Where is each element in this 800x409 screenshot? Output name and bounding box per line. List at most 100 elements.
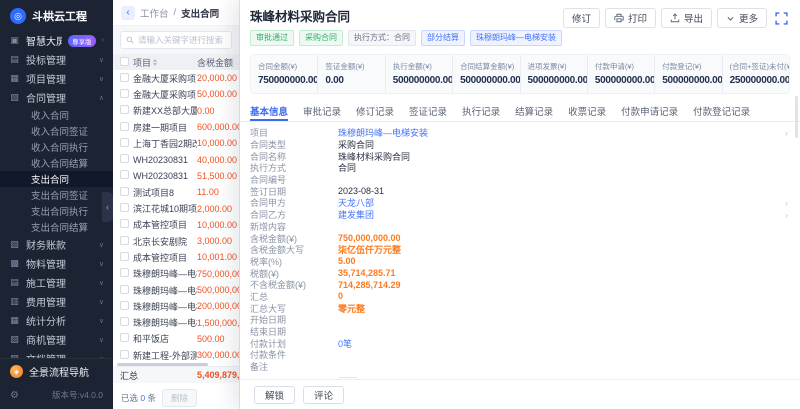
row-checkbox[interactable]	[120, 317, 129, 326]
sidebar-group-item[interactable]: ▦项目管理∨	[0, 69, 113, 88]
tab-1[interactable]: 审批记录	[303, 102, 341, 121]
row-checkbox[interactable]	[120, 301, 129, 310]
table-row[interactable]: 测试项目811.00	[113, 184, 239, 200]
search-input[interactable]	[138, 35, 226, 45]
row-checkbox[interactable]	[120, 89, 129, 98]
expense-icon: ▥	[9, 296, 20, 307]
delete-button[interactable]: 删除	[162, 389, 197, 407]
tab-7[interactable]: 付款申请记录	[621, 102, 678, 121]
row-project-name: WH20230831	[133, 171, 197, 181]
sidebar-item-smart-screen[interactable]: ▣ 智慧大屏 尊享版 ›	[0, 31, 113, 50]
unlock-button[interactable]: 解锁	[254, 386, 295, 404]
search-bar	[113, 26, 239, 54]
sidebar-group-item[interactable]: ▧商机管理∨	[0, 330, 113, 349]
row-checkbox[interactable]	[120, 333, 129, 342]
tab-6[interactable]: 收票记录	[568, 102, 606, 121]
field-value: 2023-08-31	[338, 186, 384, 196]
table-row[interactable]: 珠穆朗玛峰—电梯...200,000,000.00	[113, 298, 239, 314]
table-row[interactable]: 房建一期项目600,000.00	[113, 119, 239, 135]
table-row[interactable]: 金融大厦采购项目50,000.00	[113, 86, 239, 102]
breadcrumb-section[interactable]: 工作台	[140, 6, 169, 20]
column-amount[interactable]: 含税金额	[197, 56, 239, 69]
table-row[interactable]: 珠穆朗玛峰—电梯...750,000,000.00	[113, 266, 239, 282]
chevron-down-icon: ∨	[99, 56, 104, 64]
table-row[interactable]: 和平饭店500.00	[113, 331, 239, 347]
export-button[interactable]: 导出	[661, 8, 712, 28]
sidebar-item-contract-group[interactable]: ▧ 合同管理 ∧	[0, 88, 113, 107]
row-checkbox[interactable]	[120, 170, 129, 179]
sidebar-subitem[interactable]: 收入合同结算	[0, 155, 113, 171]
table-row[interactable]: 成本管控项目10,000.00	[113, 217, 239, 233]
tab-2[interactable]: 修订记录	[356, 102, 394, 121]
breadcrumb-current: 支出合同	[181, 6, 219, 20]
row-checkbox[interactable]	[120, 73, 129, 82]
row-checkbox[interactable]	[120, 285, 129, 294]
sidebar-group-item[interactable]: ▥费用管理∨	[0, 292, 113, 311]
fullscreen-icon[interactable]	[772, 9, 790, 27]
row-checkbox[interactable]	[120, 252, 129, 261]
table-row[interactable]: 成本管控项目10,001.00	[113, 249, 239, 265]
vertical-scrollbar[interactable]	[795, 96, 798, 138]
row-checkbox[interactable]	[120, 219, 129, 228]
revise-label: 修订	[572, 11, 591, 25]
revise-button[interactable]: 修订	[563, 8, 600, 28]
tab-3[interactable]: 签证记录	[409, 102, 447, 121]
sidebar-subitem[interactable]: 收入合同	[0, 107, 113, 123]
sidebar-subitem[interactable]: 支出合同签证	[0, 187, 113, 203]
selected-unit: 条	[148, 393, 157, 403]
field-value[interactable]: 0笔	[338, 337, 352, 350]
stat-value: 0.00	[325, 75, 377, 86]
chevron-right-icon[interactable]: ›	[785, 210, 788, 220]
row-checkbox[interactable]	[120, 203, 129, 212]
sidebar-subitem[interactable]: 收入合同执行	[0, 139, 113, 155]
process-nav-button[interactable]: ◈ 全景流程导航	[0, 358, 113, 384]
sidebar-collapse-handle[interactable]: ‹	[102, 192, 113, 222]
sidebar-subitem[interactable]: 收入合同签证	[0, 123, 113, 139]
table-row[interactable]: 滨江花城10期项目-...2,000.00	[113, 200, 239, 216]
sidebar-group-item[interactable]: ▤施工管理∨	[0, 273, 113, 292]
sidebar-subitem[interactable]: 支出合同执行	[0, 203, 113, 219]
table-row[interactable]: WH2023083151,500.00	[113, 168, 239, 184]
table-row[interactable]: 新建工程-外部测试300,000.00	[113, 347, 239, 363]
tab-8[interactable]: 付款登记记录	[693, 102, 750, 121]
row-checkbox[interactable]	[120, 154, 129, 163]
table-row[interactable]: 金融大厦采购项目20,000.00	[113, 70, 239, 86]
comment-button[interactable]: 评论	[303, 386, 344, 404]
column-name[interactable]: 项目	[133, 56, 151, 69]
table-row[interactable]: WH2023083140,000.00	[113, 151, 239, 167]
horizontal-scrollbar[interactable]	[117, 363, 208, 366]
more-button[interactable]: 更多	[717, 8, 767, 28]
table-row[interactable]: 珠穆朗玛峰—电梯...500,000,000.00	[113, 282, 239, 298]
chevron-right-icon[interactable]: ›	[785, 198, 788, 208]
row-checkbox[interactable]	[120, 350, 129, 359]
row-checkbox[interactable]	[120, 105, 129, 114]
tab-5[interactable]: 结算记录	[515, 102, 553, 121]
row-checkbox[interactable]	[120, 268, 129, 277]
form-row: 付款条件	[250, 349, 790, 361]
table-row[interactable]: 北京长安剧院3,000.00	[113, 233, 239, 249]
sidebar-group-item[interactable]: ▩物料管理∨	[0, 254, 113, 273]
table-row[interactable]: 珠穆朗玛峰—电梯...1,500,000,000.00	[113, 314, 239, 330]
print-button[interactable]: 打印	[605, 8, 656, 28]
sidebar-subitem[interactable]: 支出合同结算	[0, 219, 113, 235]
tab-4[interactable]: 执行记录	[462, 102, 500, 121]
row-checkbox[interactable]	[120, 122, 129, 131]
row-checkbox[interactable]	[120, 187, 129, 196]
gear-icon[interactable]: ⚙	[10, 390, 19, 401]
chevron-right-icon[interactable]: ›	[785, 128, 788, 138]
table-row[interactable]: 上海丁香园2期改造...10,000.00	[113, 135, 239, 151]
sort-icon[interactable]	[153, 59, 157, 66]
row-checkbox[interactable]	[120, 138, 129, 147]
status-tag: 执行方式：合同	[348, 30, 416, 46]
sidebar-group-item[interactable]: ▦统计分析∨	[0, 311, 113, 330]
row-checkbox[interactable]	[120, 236, 129, 245]
sidebar-group-item[interactable]: ▤投标管理∨	[0, 50, 113, 69]
back-button[interactable]: ‹	[121, 6, 135, 20]
sidebar-subitem[interactable]: 支出合同	[0, 171, 113, 187]
selected-text: 已选	[121, 393, 138, 403]
table-row[interactable]: 新建XX总部大厦工...0.00	[113, 103, 239, 119]
sidebar-group-item[interactable]: ▨财务账款∨	[0, 235, 113, 254]
select-all-checkbox[interactable]	[120, 57, 129, 66]
tab-0[interactable]: 基本信息	[250, 102, 288, 121]
field-value[interactable]: 建发集团	[338, 208, 374, 221]
